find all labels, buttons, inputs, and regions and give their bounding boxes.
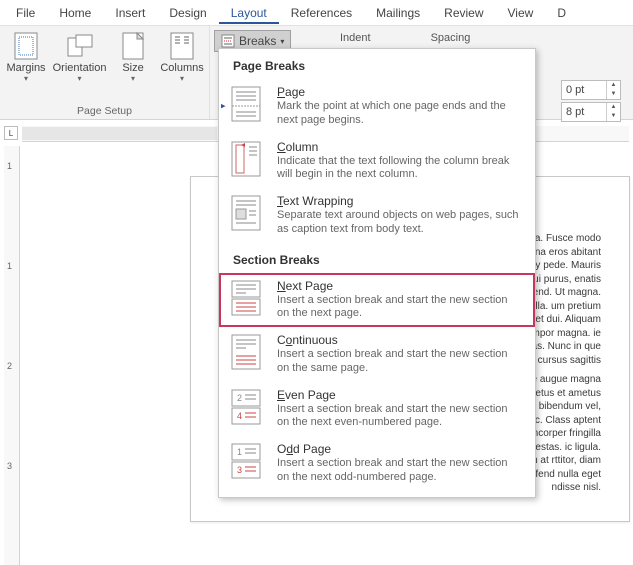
dropdown-header-section-breaks: Section Breaks (219, 243, 535, 273)
spacing-label: Spacing (431, 32, 471, 44)
tab-stop-selector[interactable]: L (4, 126, 18, 140)
orientation-button[interactable]: Orientation ▾ (54, 30, 105, 103)
svg-text:2: 2 (237, 393, 242, 403)
chevron-down-icon: ▾ (280, 37, 284, 46)
option-desc: Insert a section break and start the new… (277, 403, 521, 431)
margins-button[interactable]: Margins ▾ (6, 30, 46, 103)
chevron-down-icon: ▾ (131, 74, 135, 83)
option-title: Text Wrapping (277, 194, 521, 208)
tab-references[interactable]: References (279, 2, 364, 24)
tab-review[interactable]: Review (432, 2, 495, 24)
break-option-next-page[interactable]: Next Page Insert a section break and sta… (219, 273, 535, 328)
option-desc: Separate text around objects on web page… (277, 209, 521, 237)
even-page-icon: 24 (229, 388, 263, 426)
tab-truncated[interactable]: D (545, 2, 578, 24)
option-desc: Insert a section break and start the new… (277, 294, 521, 322)
option-title: Even Page (277, 388, 521, 402)
ruler-tick: 3 (7, 461, 12, 471)
spin-down-icon[interactable]: ▼ (607, 90, 620, 99)
dropdown-header-page-breaks: Page Breaks (219, 49, 535, 79)
next-page-icon (229, 279, 263, 317)
ruler-tick: 1 (7, 161, 12, 171)
option-desc: Insert a section break and start the new… (277, 457, 521, 485)
continuous-icon (229, 333, 263, 371)
spacing-after-value: 8 pt (562, 106, 606, 118)
spacing-before-value: 0 pt (562, 84, 606, 96)
break-option-even-page[interactable]: 24 Even Page Insert a section break and … (219, 382, 535, 437)
tab-mailings[interactable]: Mailings (364, 2, 432, 24)
size-icon (119, 32, 147, 60)
text-wrapping-icon (229, 194, 263, 232)
tab-home[interactable]: Home (47, 2, 103, 24)
margins-label: Margins (6, 62, 45, 74)
spin-up-icon[interactable]: ▲ (607, 103, 620, 112)
option-desc: Indicate that the text following the col… (277, 155, 521, 183)
orientation-icon (66, 32, 94, 60)
ruler-tick: 1 (7, 261, 12, 271)
vertical-ruler[interactable]: 1 1 2 3 (4, 146, 20, 565)
breaks-label: Breaks (239, 34, 276, 48)
svg-text:1: 1 (237, 447, 242, 457)
ruler-tick: 2 (7, 361, 12, 371)
option-title: Column (277, 140, 521, 154)
indicator-icon: ▸ (221, 101, 226, 112)
page-break-icon (229, 85, 263, 123)
break-option-continuous[interactable]: Continuous Insert a section break and st… (219, 327, 535, 382)
columns-icon (168, 32, 196, 60)
option-desc: Mark the point at which one page ends an… (277, 100, 521, 128)
column-break-icon (229, 140, 263, 178)
margins-icon (12, 32, 40, 60)
breaks-icon (221, 34, 235, 48)
break-option-page[interactable]: ▸ Page Mark the point at which one page … (219, 79, 535, 134)
chevron-down-icon: ▾ (24, 74, 28, 83)
menu-bar: File Home Insert Design Layout Reference… (0, 0, 633, 26)
columns-button[interactable]: Columns ▾ (161, 30, 203, 103)
indent-label: Indent (340, 32, 371, 44)
size-label: Size (122, 62, 143, 74)
spacing-after-input[interactable]: 8 pt ▲▼ (561, 102, 621, 122)
orientation-label: Orientation (53, 62, 107, 74)
chevron-down-icon: ▾ (180, 74, 184, 83)
option-desc: Insert a section break and start the new… (277, 348, 521, 376)
columns-label: Columns (160, 62, 203, 74)
ribbon-group-pagesetup: Margins ▾ Orientation ▾ Size ▾ (0, 26, 210, 119)
svg-text:4: 4 (237, 411, 242, 421)
break-option-odd-page[interactable]: 13 Odd Page Insert a section break and s… (219, 436, 535, 491)
tab-insert[interactable]: Insert (103, 2, 157, 24)
option-title: Continuous (277, 333, 521, 347)
tab-file[interactable]: File (4, 2, 47, 24)
option-title: Next Page (277, 279, 521, 293)
indent-spacing-labels: Indent Spacing (340, 32, 470, 44)
size-button[interactable]: Size ▾ (113, 30, 153, 103)
break-option-column[interactable]: Column Indicate that the text following … (219, 134, 535, 189)
spacing-before-input[interactable]: 0 pt ▲▼ (561, 80, 621, 100)
break-option-text-wrapping[interactable]: Text Wrapping Separate text around objec… (219, 188, 535, 243)
spacing-inputs: 0 pt ▲▼ 8 pt ▲▼ (561, 80, 621, 122)
spin-up-icon[interactable]: ▲ (607, 81, 620, 90)
spin-down-icon[interactable]: ▼ (607, 112, 620, 121)
chevron-down-icon: ▾ (78, 74, 82, 83)
option-title: Page (277, 85, 521, 99)
tab-view[interactable]: View (496, 2, 546, 24)
svg-text:3: 3 (237, 465, 242, 475)
tab-design[interactable]: Design (157, 2, 218, 24)
tab-layout[interactable]: Layout (219, 2, 279, 24)
group-caption-pagesetup: Page Setup (6, 103, 203, 117)
option-title: Odd Page (277, 442, 521, 456)
odd-page-icon: 13 (229, 442, 263, 480)
breaks-dropdown: Page Breaks ▸ Page Mark the point at whi… (218, 48, 536, 498)
